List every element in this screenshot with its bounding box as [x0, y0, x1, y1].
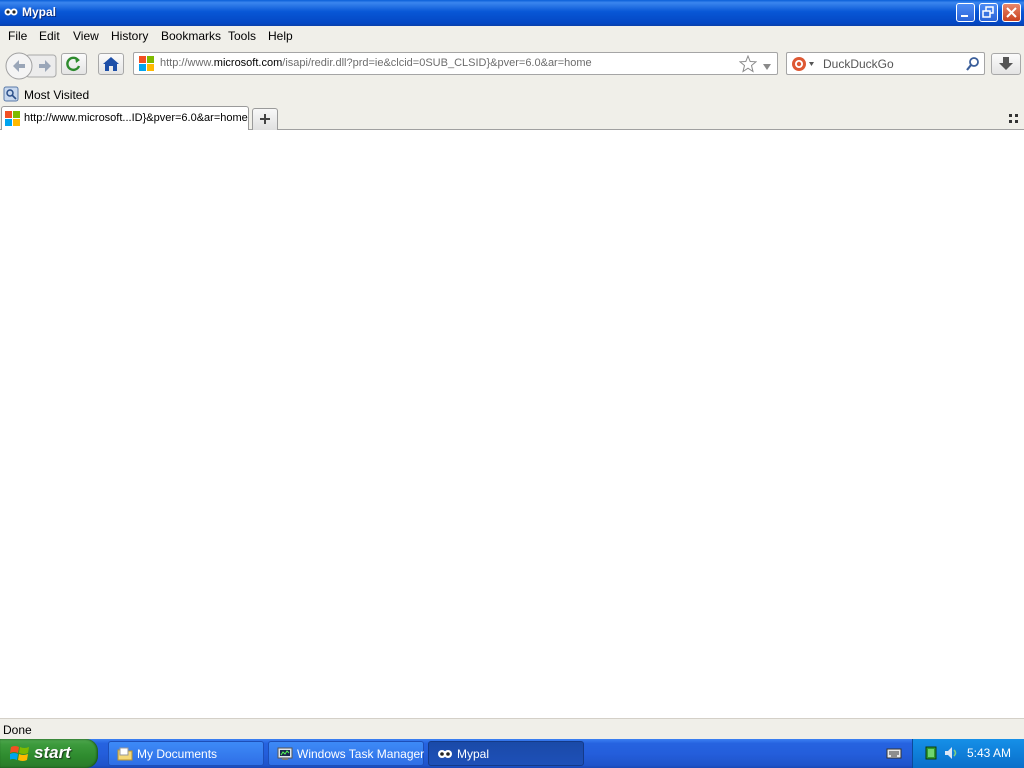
keyboard-icon[interactable]: [886, 746, 902, 763]
menu-edit[interactable]: Edit: [39, 29, 60, 43]
tab-microsoft[interactable]: http://www.microsoft...ID}&pver=6.0&ar=h…: [1, 106, 249, 130]
system-tray: 5:43 AM: [912, 739, 1024, 768]
home-icon: [103, 57, 119, 71]
menu-bar: File Edit View History Bookmarks Tools H…: [0, 26, 1024, 46]
bookmarks-toolbar: Most Visited: [0, 84, 1024, 104]
url-text: http://www.microsoft.com/isapi/redir.dll…: [160, 57, 592, 69]
folder-icon: [117, 746, 133, 762]
page-content[interactable]: [0, 130, 1024, 718]
taskbar-task-manager[interactable]: Windows Task Manager: [268, 741, 424, 766]
reload-icon: [66, 56, 81, 72]
task-label: Mypal: [457, 747, 490, 761]
microsoft-favicon-icon: [139, 56, 154, 74]
windows-logo-icon: [9, 744, 30, 766]
restore-icon: [982, 6, 994, 18]
menu-view[interactable]: View: [73, 29, 99, 43]
clock: 5:43 AM: [967, 746, 1012, 760]
downloads-button[interactable]: [991, 53, 1021, 75]
home-button[interactable]: [98, 53, 124, 75]
list-all-tabs-icon[interactable]: [1009, 113, 1019, 127]
menu-history[interactable]: History: [111, 29, 148, 43]
status-text: Done: [3, 723, 32, 737]
taskbar-mypal[interactable]: Mypal: [428, 741, 584, 766]
start-button[interactable]: start: [0, 739, 98, 768]
url-bar[interactable]: http://www.microsoft.com/isapi/redir.dll…: [133, 52, 778, 75]
new-tab-button[interactable]: [252, 108, 278, 130]
download-arrow-icon: [999, 57, 1013, 70]
close-icon: [1006, 7, 1017, 18]
reload-button[interactable]: [61, 53, 87, 75]
plus-icon: [260, 114, 270, 124]
window-title: Mypal: [22, 5, 57, 19]
navigation-bar: http://www.microsoft.com/isapi/redir.dll…: [0, 46, 1024, 84]
search-icon[interactable]: [965, 56, 981, 75]
tab-favicon-icon: [5, 111, 20, 129]
menu-bookmarks[interactable]: Bookmarks: [161, 29, 221, 43]
title-bar: Mypal: [0, 0, 1024, 26]
menu-help[interactable]: Help: [268, 29, 293, 43]
mypal-icon: [437, 746, 453, 762]
url-dropdown-icon[interactable]: [762, 60, 772, 74]
start-label: start: [34, 743, 71, 762]
close-button[interactable]: [1002, 3, 1021, 22]
mypal-app-icon: [4, 6, 18, 18]
network-status-icon[interactable]: [925, 746, 937, 763]
tab-strip: http://www.microsoft...ID}&pver=6.0&ar=h…: [0, 104, 1024, 130]
menu-file[interactable]: File: [8, 29, 27, 43]
taskbar-my-documents[interactable]: My Documents: [108, 741, 264, 766]
status-bar: Done: [0, 718, 1024, 739]
minimize-icon: [961, 15, 968, 17]
restore-button[interactable]: [979, 3, 998, 22]
search-bar[interactable]: DuckDuckGo: [786, 52, 985, 75]
bookmark-most-visited[interactable]: Most Visited: [24, 88, 89, 102]
search-placeholder: DuckDuckGo: [823, 57, 894, 71]
back-forward-group: [4, 51, 57, 80]
minimize-button[interactable]: [956, 3, 975, 22]
task-label: Windows Task Manager: [297, 747, 425, 761]
menu-tools[interactable]: Tools: [228, 29, 256, 43]
most-visited-folder-icon: [3, 86, 19, 105]
task-label: My Documents: [137, 747, 218, 761]
bookmark-star-icon[interactable]: [738, 54, 758, 76]
taskbar: start My Documents Windows Task Manager …: [0, 739, 1024, 768]
tab-title: http://www.microsoft...ID}&pver=6.0&ar=h…: [24, 112, 248, 124]
volume-icon[interactable]: [943, 745, 959, 764]
duckduckgo-engine-icon[interactable]: [791, 56, 815, 75]
task-manager-icon: [277, 746, 293, 762]
